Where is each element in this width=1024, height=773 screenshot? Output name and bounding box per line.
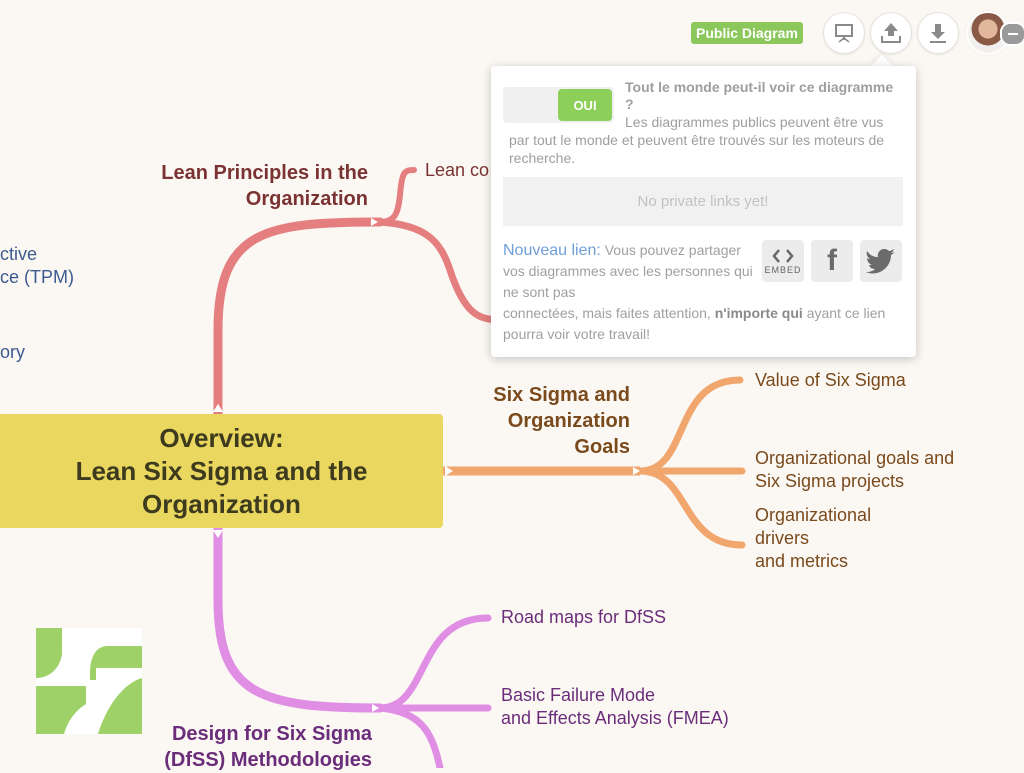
- topic-line: (DfSS) Methodologies: [164, 749, 372, 771]
- topic-line: Organizational goals and: [755, 448, 955, 468]
- topic-line: Organization: [245, 188, 368, 210]
- central-topic-line: Overview:: [159, 422, 284, 453]
- new-link-warning-emphasis: n'importe qui: [714, 305, 803, 321]
- embed-icon: [772, 249, 794, 263]
- new-link-warning: connectées, mais faites attention, n'imp…: [503, 303, 903, 345]
- public-question-description: Les diagrammes publics peuvent être vus …: [509, 114, 885, 166]
- topic-line: Organization: [507, 410, 630, 432]
- topic-line: ctive: [0, 244, 38, 264]
- organizational-goals-topic[interactable]: Organizational goals and Six Sigma proje…: [755, 447, 954, 493]
- share-button[interactable]: [870, 12, 912, 54]
- private-links-list: No private links yet!: [503, 177, 903, 226]
- new-link-button[interactable]: Nouveau lien:: [503, 242, 601, 259]
- twitter-button[interactable]: [860, 240, 902, 282]
- new-link-warning-text: connectées, mais faites attention,: [503, 305, 711, 321]
- topic-line: and Effects Analysis (FMEA): [501, 708, 729, 728]
- central-topic[interactable]: Overview: Lean Six Sigma and the Organiz…: [0, 414, 443, 528]
- topic-line: drivers: [755, 528, 810, 548]
- dfss-methodologies-topic[interactable]: Design for Six Sigma (DfSS) Methodologie…: [120, 721, 372, 773]
- topic-line: Six Sigma and: [493, 384, 630, 406]
- present-icon: [835, 24, 853, 43]
- share-popup: OUI Tout le monde peut-il voir ce diagra…: [491, 66, 916, 357]
- facebook-icon: f: [827, 244, 837, 277]
- share-icon: [881, 23, 901, 43]
- lean-child-topic[interactable]: Lean co: [425, 159, 489, 182]
- topic-line: Six Sigma projects: [755, 471, 905, 491]
- topic-line: Goals: [574, 436, 630, 458]
- topic-line: Design for Six Sigma: [171, 723, 372, 745]
- left-fragment-topic[interactable]: ctive ce (TPM): [0, 243, 74, 289]
- topic-line: ce (TPM): [0, 267, 74, 287]
- public-diagram-badge[interactable]: Public Diagram: [691, 22, 803, 44]
- embed-label: EMBED: [764, 265, 802, 275]
- app-logo-icon: [36, 628, 142, 734]
- embed-button[interactable]: EMBED: [762, 240, 804, 282]
- central-topic-line: Lean Six Sigma and the: [75, 455, 368, 486]
- central-topic-line: Organization: [142, 488, 301, 519]
- organizational-drivers-topic[interactable]: Organizational drivers and metrics: [755, 504, 871, 573]
- lean-principles-topic[interactable]: Lean Principles in the Organization: [120, 160, 368, 212]
- fmea-topic[interactable]: Basic Failure Mode and Effects Analysis …: [501, 684, 729, 730]
- topic-line: Organizational: [755, 505, 872, 525]
- left-fragment-topic[interactable]: ory: [0, 341, 25, 364]
- public-question-title: Tout le monde peut-il voir ce diagramme …: [625, 79, 894, 112]
- new-link-text: Nouveau lien: Vous pouvez partager vos d…: [503, 240, 763, 303]
- facebook-button[interactable]: f: [811, 240, 853, 282]
- road-maps-dfss-topic[interactable]: Road maps for DfSS: [501, 606, 666, 629]
- six-sigma-goals-topic[interactable]: Six Sigma and Organization Goals: [440, 382, 630, 460]
- value-of-six-sigma-topic[interactable]: Value of Six Sigma: [755, 369, 906, 392]
- avatar-status-icon[interactable]: [1000, 22, 1024, 46]
- download-button[interactable]: [917, 12, 959, 54]
- topic-line: Lean Principles in the: [161, 162, 368, 184]
- present-button[interactable]: [823, 12, 865, 54]
- topic-line: Basic Failure Mode: [501, 685, 656, 705]
- topic-line: and metrics: [755, 551, 849, 571]
- download-icon: [930, 24, 946, 43]
- twitter-icon: [866, 249, 895, 274]
